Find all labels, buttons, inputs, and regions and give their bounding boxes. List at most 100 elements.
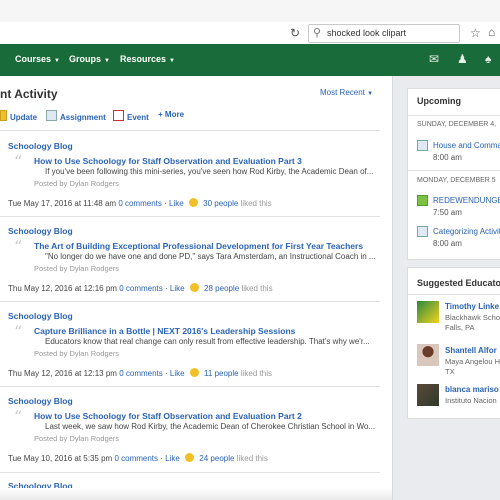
comments-link[interactable]: 0 comments: [119, 369, 163, 378]
browser-tab-strip: [0, 0, 500, 23]
entry-title-link[interactable]: The Art of Building Exceptional Professi…: [34, 241, 363, 251]
quote-icon: “: [14, 407, 23, 426]
scroll-fade: [0, 488, 392, 500]
entry-source-link[interactable]: Schoology Blog: [8, 396, 73, 406]
like-link[interactable]: Like: [170, 369, 185, 378]
like-icon: [189, 283, 199, 292]
nav-courses[interactable]: Courses ▼: [15, 54, 60, 64]
educator-location: TX: [445, 367, 455, 376]
divider: [408, 294, 500, 295]
top-navigation: Courses ▼ Groups ▼ Resources ▼ ✉ ♟ ♠: [0, 44, 500, 76]
likers-link[interactable]: 28 people: [204, 284, 239, 293]
messages-icon[interactable]: ✉: [429, 52, 439, 66]
entry-source-link[interactable]: Schoology Blog: [8, 311, 73, 321]
post-more-button[interactable]: + More: [158, 110, 184, 119]
liked-text: liked this: [240, 369, 272, 378]
like-link[interactable]: Like: [165, 454, 180, 463]
comments-link[interactable]: 0 comments: [118, 199, 162, 208]
entry-date: Tue May 17, 2016 at 11:48 am: [8, 199, 117, 208]
post-update-button[interactable]: Update: [0, 110, 37, 122]
entry-source-link[interactable]: Schoology Blog: [8, 141, 73, 151]
divider: [0, 301, 380, 302]
notifications-icon[interactable]: ♠: [485, 52, 491, 66]
entry-date: Tue May 10, 2016 at 5:35 pm: [8, 454, 113, 463]
browser-search-input[interactable]: ⚲ shocked look clipart: [308, 24, 460, 43]
educator-school: Blackhawk Scho: [445, 313, 500, 322]
liked-text: liked this: [240, 199, 272, 208]
upcoming-event-time: 8:00 am: [433, 153, 462, 162]
like-link[interactable]: Like: [170, 284, 185, 293]
educator-name-link[interactable]: Shantell Alfor: [445, 346, 497, 355]
entry-excerpt: If you've been following this mini-serie…: [45, 167, 374, 176]
search-icon: ⚲: [313, 27, 322, 39]
likers-link[interactable]: 30 people: [203, 199, 238, 208]
event-icon: [417, 226, 428, 237]
avatar[interactable]: [417, 301, 439, 323]
entry-source-link[interactable]: Schoology Blog: [8, 226, 73, 236]
entry-meta: Thu May 12, 2016 at 12:13 pm 0 comments …: [8, 368, 272, 378]
suggested-educators-title: Suggested Educato: [417, 278, 500, 288]
likers-link[interactable]: 11 people: [204, 369, 239, 378]
calendar-icon: [113, 110, 124, 121]
divider: [0, 216, 380, 217]
suggested-educators-panel: Suggested Educato Timothy Linke Blackhaw…: [407, 267, 500, 419]
entry-excerpt: "No longer do we have one and done PD," …: [45, 252, 376, 261]
upcoming-panel: Upcoming SUNDAY, DECEMBER 4, House and C…: [407, 88, 500, 260]
divider: [0, 386, 380, 387]
avatar[interactable]: [417, 344, 439, 366]
feed-entry: Schoology Blog “ How to Use Schoology fo…: [0, 141, 390, 227]
upcoming-event-time: 8:00 am: [433, 239, 462, 248]
quote-icon: “: [14, 322, 23, 341]
educator-name-link[interactable]: Timothy Linke: [445, 302, 499, 311]
liked-text: liked this: [236, 454, 268, 463]
upcoming-event-link[interactable]: Categorizing Activit: [433, 227, 500, 236]
likers-link[interactable]: 24 people: [199, 454, 234, 463]
divider: [408, 170, 500, 171]
feed-entry: Schoology Blog “ How to Use Schoology fo…: [0, 396, 390, 482]
like-icon: [188, 198, 198, 207]
quote-icon: “: [14, 152, 23, 171]
upcoming-date-header: SUNDAY, DECEMBER 4,: [417, 121, 497, 128]
like-icon: [189, 368, 199, 377]
chevron-down-icon: ▼: [54, 58, 60, 64]
upcoming-title: Upcoming: [417, 96, 461, 106]
entry-title-link[interactable]: How to Use Schoology for Staff Observati…: [34, 156, 302, 166]
reload-icon[interactable]: ↻: [288, 26, 302, 40]
entry-author: Posted by Dylan Rodgers: [34, 349, 120, 358]
divider: [408, 115, 500, 116]
post-event-button[interactable]: Event: [113, 110, 149, 122]
chevron-down-icon: ▼: [169, 58, 175, 64]
upcoming-event-time: 7:50 am: [433, 208, 462, 217]
avatar[interactable]: [417, 384, 439, 406]
educator-school: Maya Angelou H: [445, 357, 500, 366]
requests-icon[interactable]: ♟: [457, 52, 468, 66]
browser-chrome: ↻ ⚲ shocked look clipart ☆ ⌂: [0, 0, 500, 45]
entry-title-link[interactable]: How to Use Schoology for Staff Observati…: [34, 411, 302, 421]
entry-excerpt: Educators know that real change can only…: [45, 337, 370, 346]
comments-link[interactable]: 0 comments: [119, 284, 163, 293]
page-title: nt Activity: [0, 87, 58, 101]
educator-school: Instituto Nacion: [445, 396, 497, 405]
home-icon[interactable]: ⌂: [488, 25, 495, 39]
post-assignment-button[interactable]: Assignment: [46, 110, 106, 122]
sort-dropdown[interactable]: Most Recent ▼: [320, 88, 373, 97]
plus-icon: +: [158, 110, 163, 119]
upcoming-event-link[interactable]: House and Comma: [433, 141, 500, 150]
educator-name-link[interactable]: blanca mariso: [445, 385, 499, 394]
bookmark-star-icon[interactable]: ☆: [470, 26, 481, 40]
chevron-down-icon: ▼: [367, 91, 374, 97]
divider: [0, 130, 380, 131]
entry-author: Posted by Dylan Rodgers: [34, 434, 120, 443]
nav-resources[interactable]: Resources ▼: [120, 54, 175, 64]
divider: [0, 472, 380, 473]
comments-link[interactable]: 0 comments: [114, 454, 158, 463]
like-icon: [185, 453, 195, 462]
entry-date: Thu May 12, 2016 at 12:16 pm: [8, 284, 117, 293]
nav-groups[interactable]: Groups ▼: [69, 54, 110, 64]
entry-title-link[interactable]: Capture Brilliance in a Bottle | NEXT 20…: [34, 326, 295, 336]
like-link[interactable]: Like: [169, 199, 184, 208]
update-icon: [0, 110, 7, 121]
entry-author: Posted by Dylan Rodgers: [34, 179, 120, 188]
upcoming-event-link[interactable]: REDEWENDUNGEN: [433, 196, 500, 205]
entry-date: Thu May 12, 2016 at 12:13 pm: [8, 369, 117, 378]
